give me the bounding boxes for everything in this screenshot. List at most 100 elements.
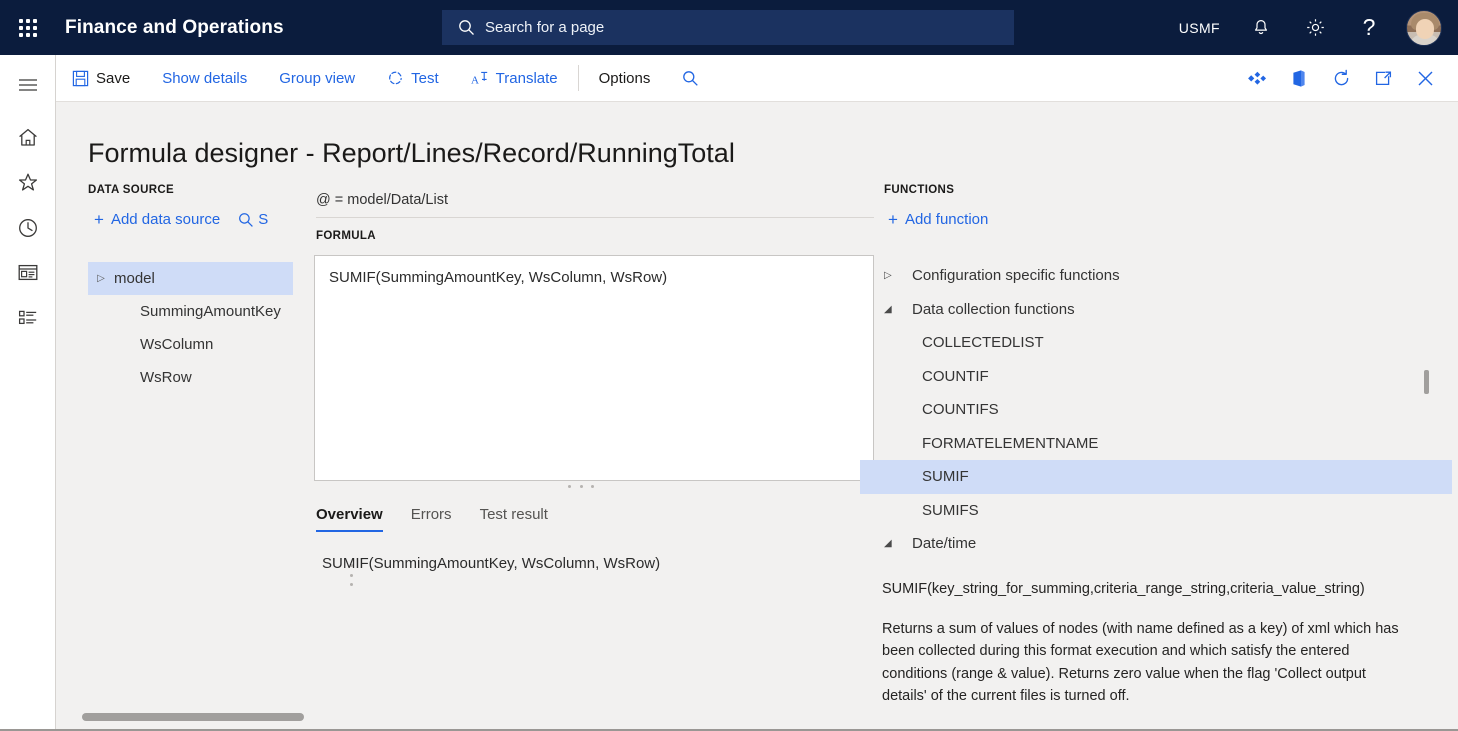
function-group-label: Configuration specific functions xyxy=(912,267,1120,285)
formula-tabs: Overview Errors Test result xyxy=(314,500,562,532)
translate-label: Translate xyxy=(495,69,558,87)
tab-overview[interactable]: Overview xyxy=(314,500,397,532)
attach-icon[interactable] xyxy=(1236,55,1278,102)
chevron-down-icon[interactable]: ◢ xyxy=(884,304,912,315)
functions-scrollbar-thumb[interactable] xyxy=(1424,370,1429,394)
test-icon xyxy=(389,71,402,84)
functions-section-label: FUNCTIONS xyxy=(884,184,955,196)
star-icon xyxy=(18,173,38,191)
tree-row-label: WsColumn xyxy=(140,336,214,353)
hamburger-icon[interactable] xyxy=(0,62,56,107)
top-navigation-bar: Finance and Operations Search for a page… xyxy=(0,0,1458,55)
tab-errors[interactable]: Errors xyxy=(397,500,466,532)
tree-row-model[interactable]: ▷ model xyxy=(88,262,293,295)
tab-test-result[interactable]: Test result xyxy=(466,500,562,532)
data-source-actions: + Add data source S xyxy=(88,206,268,233)
data-source-search-button[interactable]: S xyxy=(238,211,268,228)
save-icon xyxy=(72,70,89,86)
plus-icon: + xyxy=(94,210,104,229)
function-item-sumifs[interactable]: SUMIFS xyxy=(884,494,1454,528)
plus-icon: + xyxy=(888,210,898,229)
add-function-button[interactable]: + Add function xyxy=(882,206,994,233)
home-icon xyxy=(19,128,37,146)
formula-resize-handle[interactable] xyxy=(568,483,594,489)
search-input[interactable]: Search for a page xyxy=(485,19,604,36)
add-data-source-button[interactable]: + Add data source xyxy=(88,206,226,233)
sidebar-item-modules[interactable] xyxy=(0,295,56,340)
function-item-sumif[interactable]: SUMIF xyxy=(860,460,1452,494)
add-function-label: Add function xyxy=(904,211,989,228)
toolbar-search-button[interactable] xyxy=(666,55,715,102)
horizontal-scrollbar-thumb[interactable] xyxy=(82,713,304,721)
function-item-label: COUNTIFS xyxy=(922,401,999,419)
functions-scrollbar[interactable] xyxy=(1424,295,1429,625)
sidebar-item-workspaces[interactable] xyxy=(0,250,56,295)
bell-icon xyxy=(1255,19,1267,34)
test-label: Test xyxy=(411,69,439,87)
refresh-icon[interactable] xyxy=(1320,55,1362,102)
chevron-right-icon[interactable]: ▷ xyxy=(884,270,912,281)
binding-path: @ = model/Data/List xyxy=(316,192,874,218)
toolbar-right-actions xyxy=(1236,55,1458,102)
description-scrollbar[interactable]: ▲ ▼ xyxy=(1454,578,1458,726)
app-launcher-icon[interactable] xyxy=(0,0,56,55)
options-button[interactable]: Options xyxy=(583,55,667,102)
close-glyph xyxy=(1418,71,1432,85)
navigation-rail xyxy=(0,55,56,731)
horizontal-scrollbar[interactable] xyxy=(56,713,1458,722)
chevron-right-icon[interactable]: ▷ xyxy=(88,273,114,284)
formula-input[interactable]: SUMIF(SummingAmountKey, WsColumn, WsRow) xyxy=(314,255,874,481)
function-item-label: SUMIFS xyxy=(922,501,979,519)
global-search-box[interactable]: Search for a page xyxy=(442,10,1014,45)
function-group-configuration-specific[interactable]: ▷ Configuration specific functions xyxy=(884,259,1454,293)
function-description-panel: SUMIF(key_string_for_summing,criteria_ra… xyxy=(882,578,1446,726)
formula-section-label: FORMULA xyxy=(316,230,376,242)
function-item-formatelementname[interactable]: FORMATELEMENTNAME xyxy=(884,427,1454,461)
function-item-countifs[interactable]: COUNTIFS xyxy=(884,393,1454,427)
function-item-collectedlist[interactable]: COLLECTEDLIST xyxy=(884,326,1454,360)
group-view-button[interactable]: Group view xyxy=(263,55,371,102)
popout-glyph xyxy=(1375,71,1391,85)
show-details-button[interactable]: Show details xyxy=(146,55,263,102)
open-in-new-window-icon[interactable] xyxy=(1362,55,1404,102)
test-button[interactable]: Test xyxy=(371,55,455,102)
function-group-label: Data collection functions xyxy=(912,300,1075,318)
office-app-icon[interactable] xyxy=(1278,55,1320,102)
clock-icon xyxy=(19,218,37,237)
overview-panel-text: SUMIF(SummingAmountKey, WsColumn, WsRow) xyxy=(322,555,661,572)
tree-row-wsrow[interactable]: WsRow xyxy=(88,361,293,394)
translate-icon: A xyxy=(471,71,487,86)
settings-button[interactable] xyxy=(1288,0,1342,55)
save-button[interactable]: Save xyxy=(56,55,146,102)
close-icon[interactable] xyxy=(1404,55,1446,102)
sidebar-item-recent[interactable] xyxy=(0,205,56,250)
hamburger-glyph xyxy=(19,78,37,91)
page-title: Formula designer - Report/Lines/Record/R… xyxy=(88,138,735,168)
avatar[interactable] xyxy=(1406,9,1442,46)
search-icon xyxy=(239,212,254,227)
toolbar-divider xyxy=(577,65,579,91)
search-icon xyxy=(683,70,699,86)
gear-icon xyxy=(1306,19,1324,36)
data-source-section-label: DATA SOURCE xyxy=(88,184,175,196)
function-item-label: COUNTIF xyxy=(922,367,989,385)
office-glyph xyxy=(1293,69,1305,87)
tree-row-summingamountkey[interactable]: SummingAmountKey xyxy=(88,295,293,328)
company-selector[interactable]: USMF xyxy=(1165,0,1234,55)
svg-text:A: A xyxy=(471,74,479,86)
function-item-countif[interactable]: COUNTIF xyxy=(884,360,1454,394)
avatar-face xyxy=(1416,18,1434,39)
tree-row-label: model xyxy=(114,270,155,287)
sidebar-item-favorites[interactable] xyxy=(0,160,56,205)
save-label: Save xyxy=(96,69,131,87)
translate-button[interactable]: A Translate xyxy=(455,55,574,102)
chevron-down-icon[interactable]: ◢ xyxy=(884,538,912,549)
function-group-data-collection[interactable]: ◢ Data collection functions xyxy=(884,293,1454,327)
function-signature: SUMIF(key_string_for_summing,criteria_ra… xyxy=(882,581,1365,597)
tree-row-wscolumn[interactable]: WsColumn xyxy=(88,328,293,361)
function-group-date-time[interactable]: ◢ Date/time xyxy=(884,527,1454,561)
notifications-button[interactable] xyxy=(1234,0,1288,55)
help-button[interactable]: ? xyxy=(1342,0,1396,55)
add-data-source-label: Add data source xyxy=(110,211,221,228)
sidebar-item-home[interactable] xyxy=(0,115,56,160)
